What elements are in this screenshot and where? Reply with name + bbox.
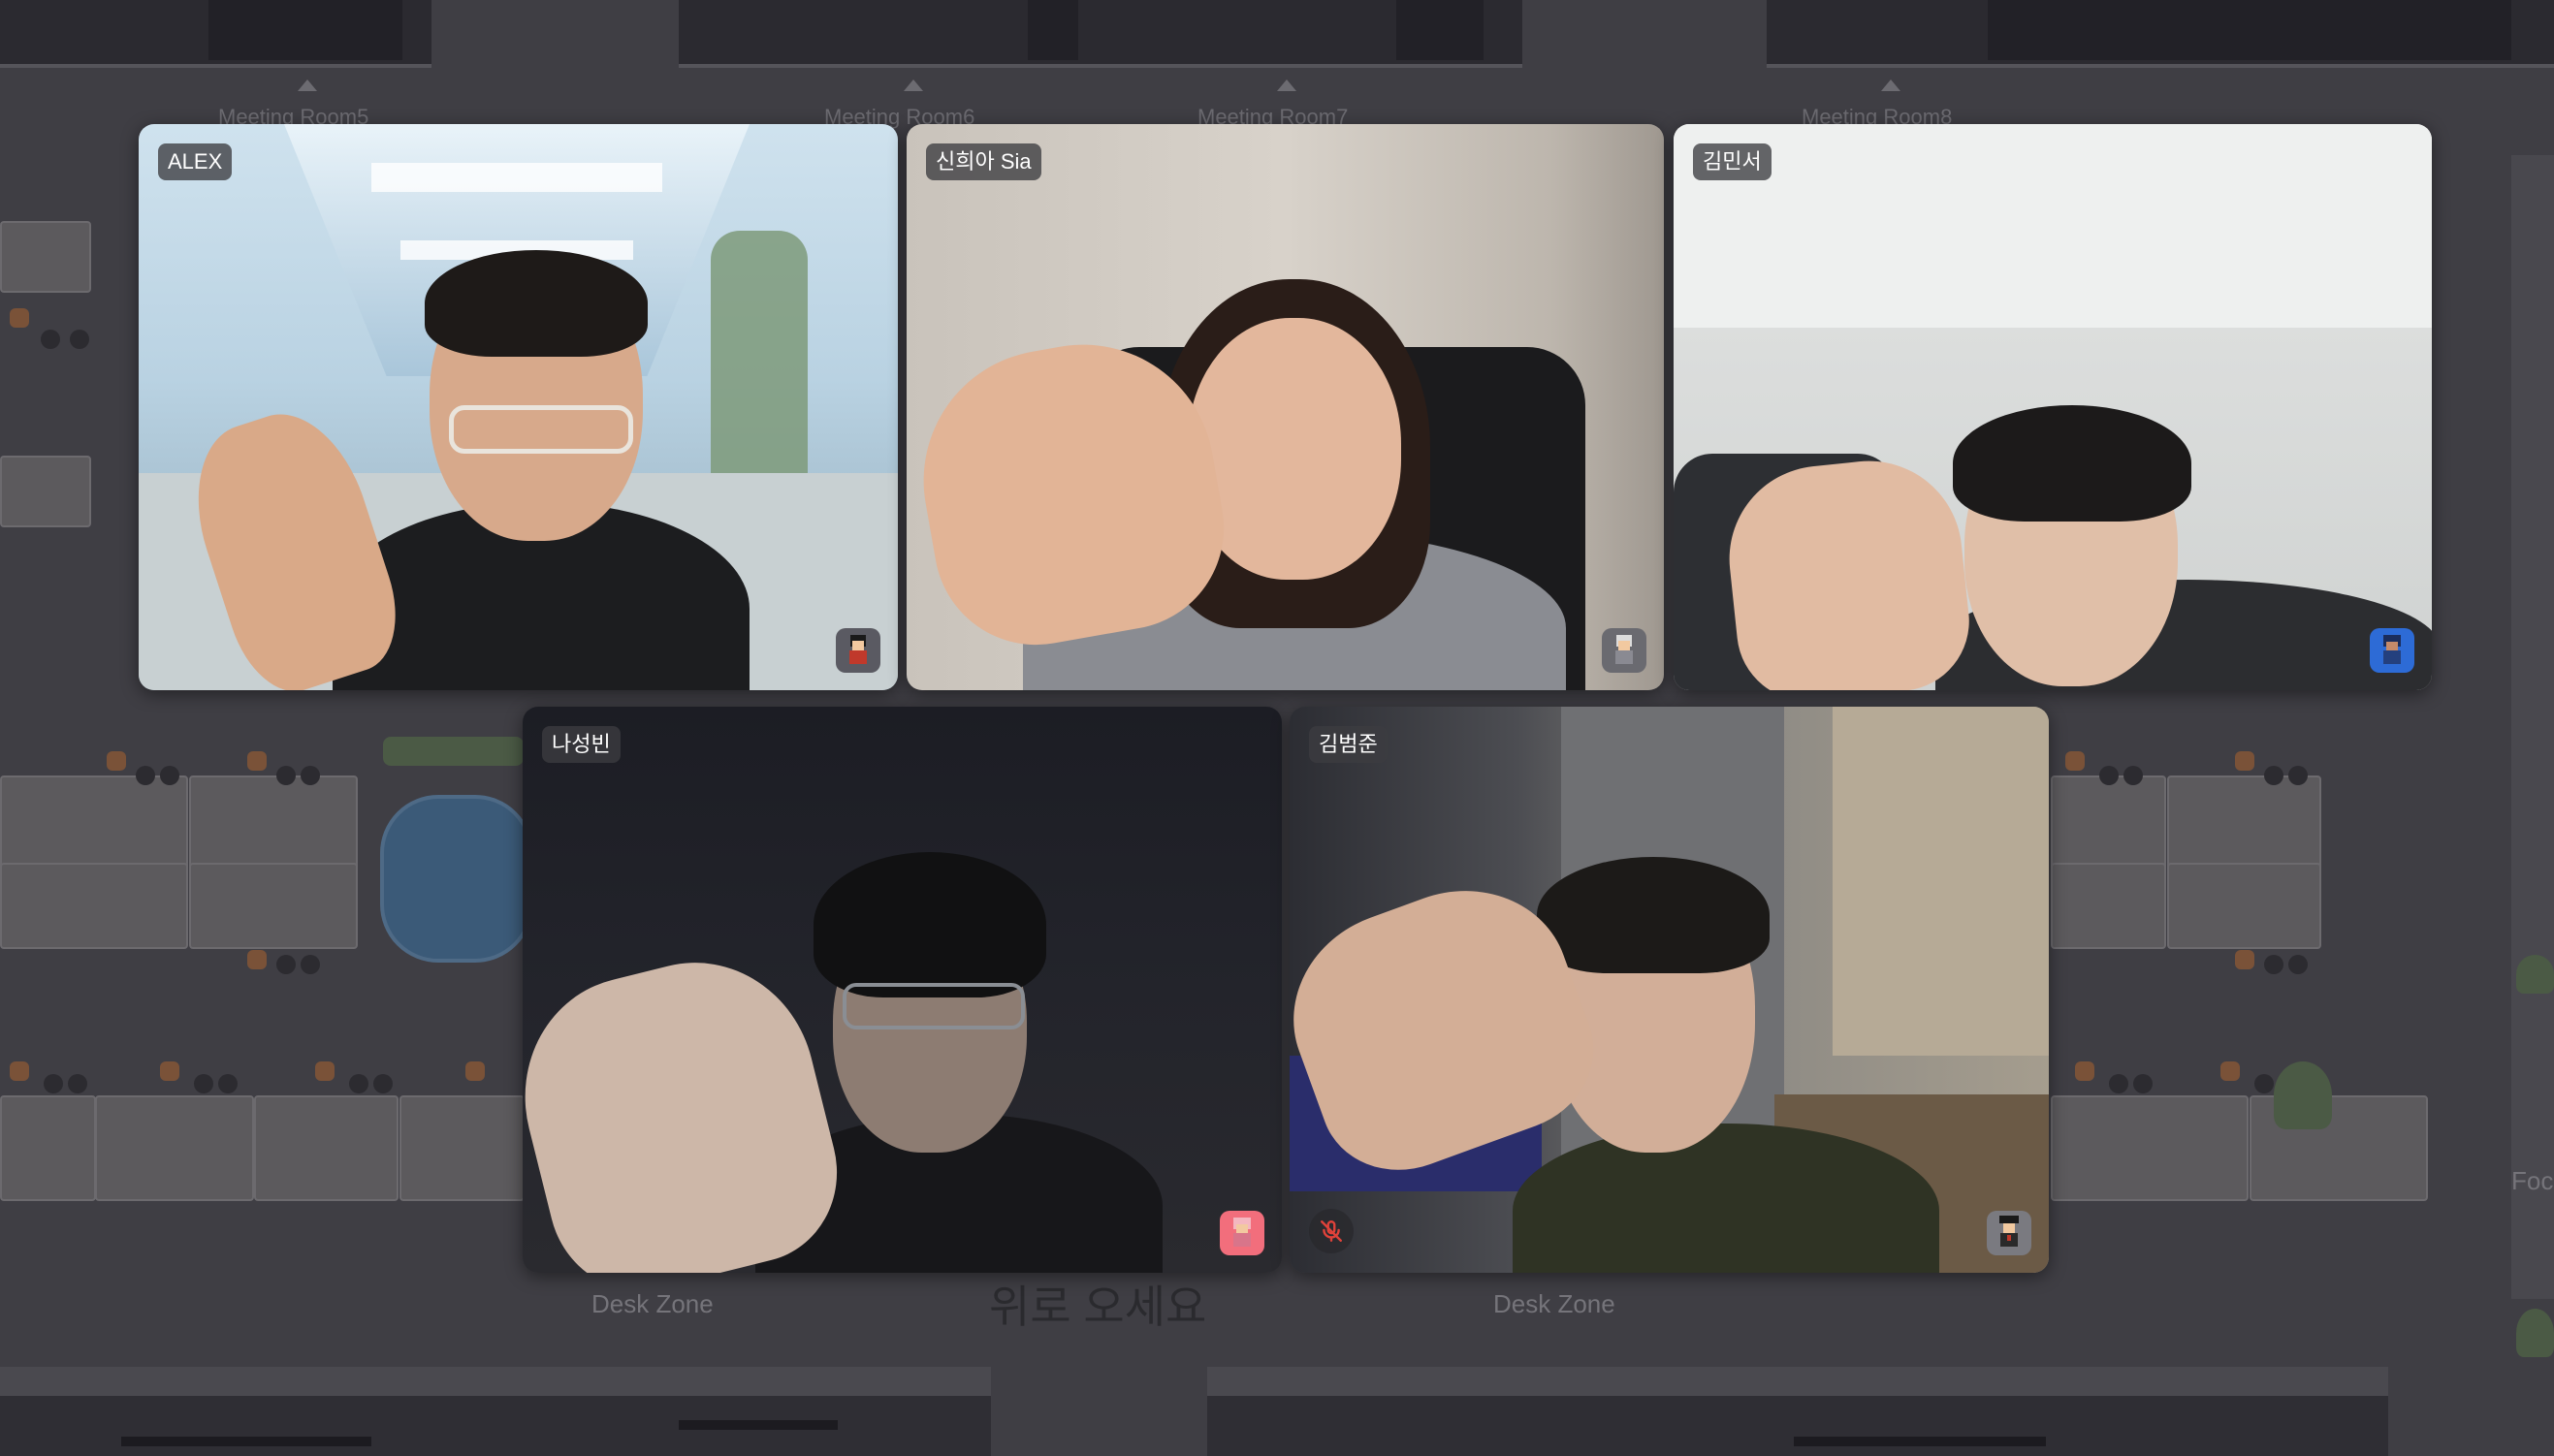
participant-name: ALEX [158,143,233,180]
participant-name: 김민서 [1693,143,1772,180]
video-tile-seongbin[interactable]: 나성빈 [523,707,1282,1273]
avatar-dark-character-icon [1987,1211,2031,1255]
avatar-gray-character-icon [1602,628,1646,673]
floor-sign: 위로 오세요 [989,1282,1207,1332]
zone-label: Desk Zone [1493,1289,1615,1318]
video-tile-alex[interactable]: ALEX [139,124,898,690]
participant-name: 김범준 [1309,726,1388,763]
participant-name: 신희아 Sia [926,143,1041,180]
avatar-red-character-icon [836,628,880,673]
plant [2274,1061,2332,1129]
mic-muted-icon [1309,1209,1354,1253]
video-tile-sia[interactable]: 신희아 Sia [907,124,1664,690]
avatar-pink-character-icon [1220,1211,1264,1255]
avatar-blue-character-icon [2370,628,2414,673]
zone-label-partial: Foc [2511,1166,2554,1195]
zone-label: Desk Zone [591,1289,714,1318]
video-tile-minseo[interactable]: 김민서 [1674,124,2432,690]
participant-name: 나성빈 [542,726,621,763]
video-tile-beomjun[interactable]: 김범준 [1290,707,2049,1273]
